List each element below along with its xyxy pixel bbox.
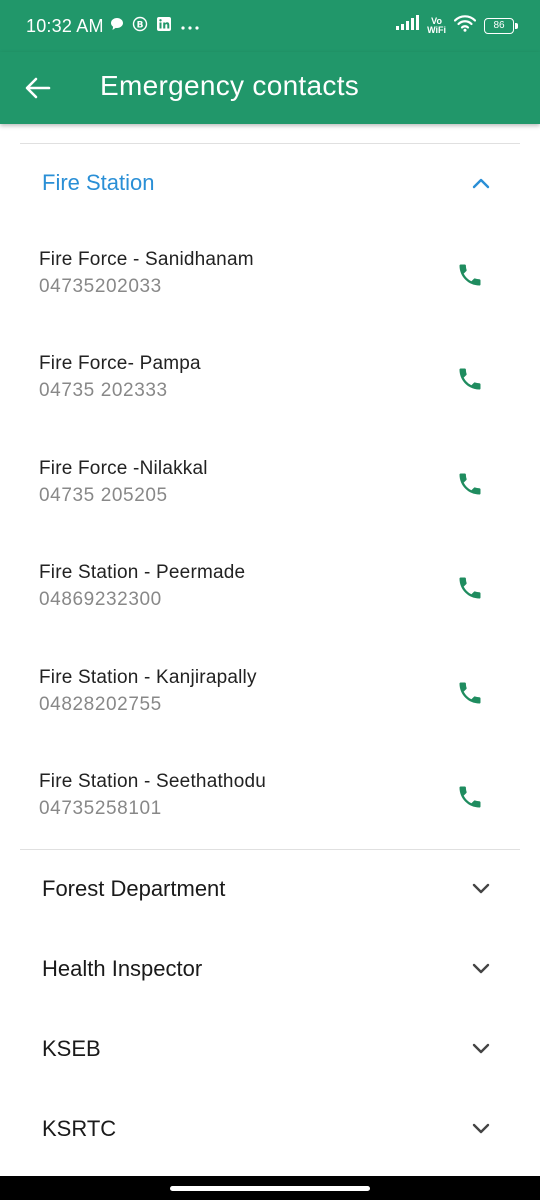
phone-icon [459,368,481,390]
chevron-up-icon [470,172,492,194]
phone-icon [459,577,481,599]
wifi-icon [453,14,477,37]
b-circle-icon: B [132,16,148,37]
contact-phone: 04735202033 [39,276,162,297]
status-system-icons: Vo WiFi 86 [395,14,518,37]
chevron-down-icon [470,878,492,900]
section-title-fire-station: Fire Station [42,170,155,195]
section-title: KSEB [42,1036,101,1061]
vowifi-bottom-label: WiFi [427,24,446,35]
phone-icon [459,473,481,495]
signal-icon [395,15,420,36]
chevron-down-icon [470,1038,492,1060]
app-bar: Emergency contacts [0,52,540,124]
section-header-fire-station[interactable]: Fire Station [20,144,520,222]
contact-item: Fire Station - Kanjirapally 04828202755 [20,667,520,771]
contact-phone: 04828202755 [39,694,162,715]
system-nav-bar [0,1176,540,1200]
svg-text:B: B [137,21,144,31]
contact-name: Fire Station - Seethathodu [39,771,267,792]
linkedin-icon [156,16,172,37]
contact-phone: 04735258101 [39,798,162,819]
page-title: Emergency contacts [100,70,360,101]
call-button[interactable] [450,255,490,295]
chevron-down-icon [470,958,492,980]
contact-item: Fire Force- Pampa 04735 202333 [20,353,520,457]
back-button[interactable] [22,72,54,104]
contact-item: Fire Station - Peermade 04869232300 [20,562,520,666]
section-title: Forest Department [42,876,226,901]
app-screen: 10:32 AM B Vo WiFi 86 Emergency contacts… [0,0,540,1200]
contact-name: Fire Force - Sanidhanam [39,249,254,270]
call-button[interactable] [450,359,490,399]
phone-icon [459,264,481,286]
contact-name: Fire Station - Kanjirapally [39,667,257,688]
battery-icon: 86 [484,17,518,34]
home-indicator[interactable] [170,1186,370,1191]
contact-phone: 04869232300 [39,589,162,610]
contact-name: Fire Force -Nilakkal [39,458,208,479]
section-header-forest-department[interactable]: Forest Department [20,850,520,930]
contact-phone: 04735 202333 [39,380,168,401]
contact-item: Fire Force - Sanidhanam 04735202033 [20,249,520,353]
call-button[interactable] [450,673,490,713]
chat-bubble-icon [110,17,124,36]
phone-icon [459,786,481,808]
section-header-health-inspector[interactable]: Health Inspector [20,930,520,1010]
contact-phone: 04735 205205 [39,485,168,506]
contact-name: Fire Force- Pampa [39,353,201,374]
call-button[interactable] [450,568,490,608]
vowifi-indicator: Vo WiFi [427,16,446,35]
section-header-kseb[interactable]: KSEB [20,1010,520,1090]
call-button[interactable] [450,777,490,817]
chevron-down-icon [470,1118,492,1140]
status-time: 10:32 AM [26,16,104,36]
status-notification-icons: B [110,16,200,37]
phone-icon [459,682,481,704]
section-title: KSRTC [42,1116,117,1141]
section-title: Health Inspector [42,956,203,981]
call-button[interactable] [450,464,490,504]
contact-item: Fire Force -Nilakkal 04735 205205 [20,458,520,562]
section-header-ksrtc[interactable]: KSRTC [20,1090,520,1170]
arrow-left-icon [25,77,51,99]
status-bar: 10:32 AM B Vo WiFi 86 [0,0,540,52]
contact-name: Fire Station - Peermade [39,562,246,583]
more-dots-icon [180,18,200,36]
